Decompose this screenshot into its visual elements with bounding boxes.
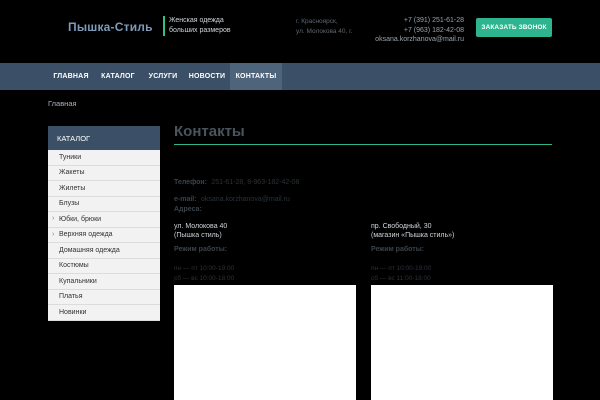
location-2-hours-weekend: сб — вс 11:00-18:00 — [371, 275, 431, 282]
sidebar-item-label: Платья — [59, 293, 83, 301]
location-2-address: пр. Свободный, 30 (магазин «Пышка стиль»… — [371, 222, 454, 240]
nav-item-catalog[interactable]: Каталог — [94, 63, 142, 90]
sidebar-item-label: Домашняя одежда — [59, 246, 120, 254]
title-underline — [174, 144, 552, 145]
location-1-hours-weekdays: пн — пт 10:00-19:00 — [174, 265, 235, 272]
sidebar-item-label: Новинки — [59, 308, 87, 316]
sidebar-item-dresses[interactable]: Платья — [48, 290, 160, 305]
site-logo[interactable]: Пышка-Стиль — [68, 20, 153, 34]
sidebar-item-label: Верхняя одежда — [59, 231, 113, 239]
addresses-label: Адреса: — [174, 206, 202, 213]
phone-label: Телефон: — [174, 179, 207, 186]
location-2-hours-label: Режим работы: — [371, 246, 425, 253]
sidebar-item-vests[interactable]: Жилеты — [48, 181, 160, 197]
location-1-hours: пн — пт 10:00-19:00 сб — вс 10:00-18:00 — [174, 264, 234, 284]
location-2-street: пр. Свободный, 30 — [371, 223, 432, 230]
sidebar-item-new-arrivals[interactable]: Новинки — [48, 305, 160, 321]
location-2-hours: пн — пт 10:00-19:00 сб — вс 11:00-18:00 — [371, 264, 431, 284]
sidebar-item-skirts-trousers[interactable]: › Юбки, брюки — [48, 212, 160, 228]
address-line-2: ул. Молокова 40, г. — [296, 28, 353, 35]
email-label: e-mail: — [174, 196, 197, 203]
phone-row: Телефон: 251-61-28, 8-963-182-42-08 — [174, 171, 299, 189]
sidebar-item-homewear[interactable]: Домашняя одежда — [48, 243, 160, 259]
sidebar-item-label: Костюмы — [59, 262, 89, 270]
breadcrumb-home[interactable]: Главная — [48, 99, 77, 108]
email-row: e-mail: oksana.korzhanova@mail.ru — [174, 188, 290, 206]
sidebar-item-label: Юбки, брюки — [59, 215, 102, 223]
nav-item-home[interactable]: Главная — [48, 63, 94, 90]
location-2-map[interactable] — [371, 285, 553, 400]
page-title: Контакты — [174, 123, 245, 140]
chevron-right-icon: › — [52, 215, 55, 222]
request-callback-button[interactable]: Заказать звонок — [476, 18, 552, 37]
nav-item-news[interactable]: Новости — [184, 63, 230, 90]
sidebar-item-swimwear[interactable]: Купальники — [48, 274, 160, 290]
location-1-hours-weekend: сб — вс 10:00-18:00 — [174, 275, 235, 282]
nav-item-contacts[interactable]: Контакты — [230, 63, 282, 90]
sidebar-item-label: Жилеты — [59, 184, 86, 192]
header-email[interactable]: oksana.korzhanova@mail.ru — [366, 35, 464, 45]
logo-divider — [163, 16, 165, 36]
sidebar-item-label: Жакеты — [59, 169, 85, 177]
chevron-right-icon: › — [52, 230, 55, 238]
sidebar-item-tunics[interactable]: Туники — [48, 150, 160, 166]
tagline-line-2: больших размеров — [169, 27, 231, 34]
site-tagline: Женская одежда больших размеров — [169, 16, 231, 36]
nav-item-services[interactable]: Услуги — [142, 63, 184, 90]
address-line-1: г. Красноярск, — [296, 18, 338, 25]
sidebar-item-outerwear[interactable]: › Верхняя одежда — [48, 228, 160, 243]
sidebar-catalog: Туники Жакеты Жилеты Блузы › Юбки, брюки … — [48, 150, 160, 321]
tagline-line-1: Женская одежда — [169, 17, 224, 24]
email-value[interactable]: oksana.korzhanova@mail.ru — [201, 196, 290, 203]
main-nav: Главная Каталог Услуги Новости Контакты — [0, 63, 600, 90]
sidebar-title: Каталог — [48, 126, 160, 150]
location-2-hours-weekdays: пн — пт 10:00-19:00 — [371, 265, 432, 272]
sidebar-item-blouses[interactable]: Блузы — [48, 197, 160, 212]
location-2-name: (магазин «Пышка стиль») — [371, 232, 455, 239]
header-phone-1[interactable]: +7 (391) 251-61-28 — [366, 16, 464, 26]
phone-value[interactable]: 251-61-28, 8-963-182-42-08 — [211, 179, 299, 186]
sidebar-item-jackets[interactable]: Жакеты — [48, 166, 160, 181]
location-1-address: ул. Молокова 40 (Пышка стиль) — [174, 222, 227, 240]
header-contacts: +7 (391) 251-61-28 +7 (963) 182-42-08 ok… — [366, 16, 464, 45]
sidebar-item-label: Купальники — [59, 277, 97, 285]
location-1-name: (Пышка стиль) — [174, 232, 222, 239]
sidebar-item-label: Туники — [59, 153, 82, 161]
location-1-hours-label: Режим работы: — [174, 246, 228, 253]
location-1-map[interactable] — [174, 285, 356, 400]
header-address: г. Красноярск, ул. Молокова 40, г. — [296, 17, 353, 37]
header-phone-2[interactable]: +7 (963) 182-42-08 — [366, 26, 464, 36]
sidebar-item-label: Блузы — [59, 200, 80, 208]
sidebar-item-suits[interactable]: Костюмы — [48, 259, 160, 274]
location-1-street: ул. Молокова 40 — [174, 223, 228, 230]
